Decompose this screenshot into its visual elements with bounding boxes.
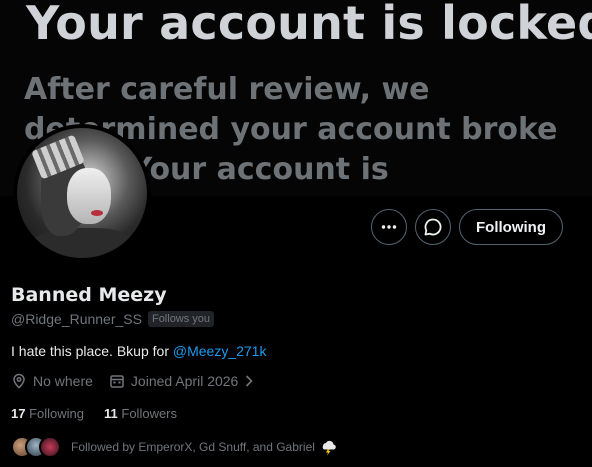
followers-count: 11: [104, 406, 118, 421]
banner-line-3-rest: . Your account is: [108, 152, 389, 187]
following-label: Following: [29, 406, 85, 421]
chevron-right-icon: [246, 375, 253, 387]
message-icon: [424, 218, 442, 236]
user-handle: @Ridge_Runner_SS: [11, 311, 142, 327]
handle-row: @Ridge_Runner_SS Follows you: [11, 311, 215, 327]
followed-by-row[interactable]: Followed by EmperorX, Gd Snuff, and Gabr…: [11, 436, 337, 458]
follower-avatar-3: [39, 436, 61, 458]
following-count: 17: [11, 406, 26, 421]
message-button[interactable]: [415, 209, 451, 245]
more-button[interactable]: [371, 209, 407, 245]
profile-avatar[interactable]: [13, 124, 151, 262]
profile-bio: I hate this place. Bkup for @Meezy_271k: [11, 343, 266, 359]
following-button[interactable]: Following: [459, 209, 563, 245]
banner-title: Your account is locked: [26, 0, 592, 50]
following-stat-link[interactable]: 17 Following: [11, 406, 84, 421]
location-icon: [13, 373, 25, 389]
display-name: Banned Meezy: [11, 284, 167, 306]
joined-item[interactable]: Joined April 2026: [109, 373, 254, 389]
followers-label: Followers: [121, 406, 178, 421]
bio-mention-link[interactable]: @Meezy_271k: [173, 343, 267, 359]
followed-by-avatars: [11, 436, 63, 458]
bio-text: I hate this place. Bkup for: [11, 343, 173, 359]
storm-emoji-icon: [322, 440, 336, 456]
avatar-image: [17, 128, 147, 258]
more-icon: [381, 225, 397, 229]
follow-stats: 17 Following 11 Followers: [11, 406, 177, 421]
followers-stat-link[interactable]: 11 Followers: [104, 406, 177, 421]
joined-text: Joined April 2026: [130, 373, 239, 389]
location-text: No where: [33, 373, 93, 389]
banner-line-1: After careful review, we: [24, 72, 430, 107]
follows-you-badge: Follows you: [147, 311, 215, 327]
profile-meta: No where Joined April 2026: [11, 373, 270, 389]
location-item: No where: [11, 373, 93, 389]
calendar-icon: [110, 375, 124, 388]
followed-by-text: Followed by EmperorX, Gd Snuff, and Gabr…: [71, 440, 315, 454]
